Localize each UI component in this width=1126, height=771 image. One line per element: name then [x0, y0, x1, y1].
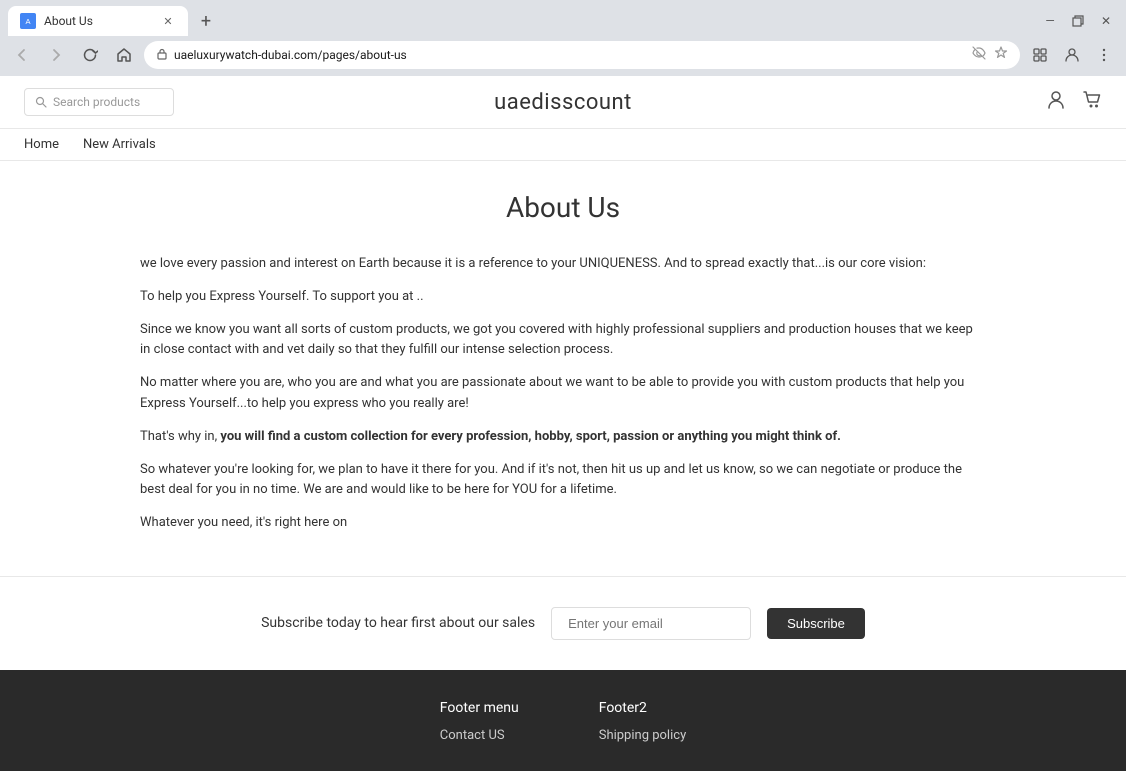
- restore-button[interactable]: [1070, 13, 1086, 29]
- profile-button[interactable]: [1058, 41, 1086, 69]
- tab-close-button[interactable]: ✕: [160, 13, 176, 29]
- page-title: About Us: [140, 191, 986, 224]
- paragraph-5: That's why in, you will find a custom co…: [140, 427, 986, 448]
- menu-button[interactable]: [1090, 41, 1118, 69]
- footer-col2-title: Footer2: [599, 700, 687, 716]
- site-footer: Footer menu Contact US Footer2 Shipping …: [0, 670, 1126, 771]
- extensions-button[interactable]: [1026, 41, 1054, 69]
- footer-col-2: Footer2 Shipping policy: [599, 700, 687, 751]
- minimize-button[interactable]: —: [1042, 13, 1058, 29]
- lock-icon: [156, 48, 168, 63]
- address-bar: uaeluxurywatch-dubai.com/pages/about-us: [0, 36, 1126, 76]
- footer-link-shipping[interactable]: Shipping policy: [599, 728, 687, 743]
- nav-new-arrivals[interactable]: New Arrivals: [83, 137, 156, 152]
- nav-home[interactable]: Home: [24, 137, 59, 152]
- tab-title: About Us: [44, 14, 154, 28]
- paragraph-1: we love every passion and interest on Ea…: [140, 254, 986, 275]
- home-button[interactable]: [110, 41, 138, 69]
- subscribe-label: Subscribe today to hear first about our …: [261, 615, 535, 631]
- paragraph-5-bold: you will find a custom collection for ev…: [220, 429, 841, 444]
- paragraph-6: So whatever you're looking for, we plan …: [140, 460, 986, 502]
- site-logo: uaedisscount: [494, 90, 632, 115]
- site-wrapper: Search products uaedisscount Home New Ar…: [0, 76, 1126, 771]
- footer-grid: Footer menu Contact US Footer2 Shipping …: [60, 700, 1066, 751]
- back-button[interactable]: [8, 41, 36, 69]
- subscribe-section: Subscribe today to hear first about our …: [0, 576, 1126, 670]
- subscribe-button[interactable]: Subscribe: [767, 608, 865, 639]
- svg-text:A: A: [25, 17, 30, 26]
- site-header: Search products uaedisscount: [0, 76, 1126, 129]
- paragraph-4: No matter where you are, who you are and…: [140, 373, 986, 415]
- paragraph-7: Whatever you need, it's right here on: [140, 513, 986, 534]
- header-icons: [1046, 90, 1102, 115]
- browser-chrome: A About Us ✕ + — ✕: [0, 0, 1126, 76]
- new-tab-button[interactable]: +: [192, 7, 220, 35]
- eye-slash-icon[interactable]: [972, 46, 986, 64]
- paragraph-2: To help you Express Yourself. To support…: [140, 287, 986, 308]
- search-box[interactable]: Search products: [24, 88, 174, 116]
- browser-action-buttons: [1026, 41, 1118, 69]
- refresh-button[interactable]: [76, 41, 104, 69]
- search-icon: [35, 96, 47, 108]
- tab-bar: A About Us ✕ + — ✕: [0, 0, 1126, 36]
- account-icon[interactable]: [1046, 90, 1066, 115]
- footer-col-1: Footer menu Contact US: [440, 700, 519, 751]
- paragraph-3: Since we know you want all sorts of cust…: [140, 320, 986, 362]
- email-input[interactable]: [551, 607, 751, 640]
- site-nav: Home New Arrivals: [0, 129, 1126, 161]
- url-action-icons: [972, 46, 1008, 64]
- footer-col1-title: Footer menu: [440, 700, 519, 716]
- close-button[interactable]: ✕: [1098, 13, 1114, 29]
- forward-button[interactable]: [42, 41, 70, 69]
- url-text: uaeluxurywatch-dubai.com/pages/about-us: [174, 48, 966, 62]
- url-bar[interactable]: uaeluxurywatch-dubai.com/pages/about-us: [144, 41, 1020, 69]
- footer-link-contact[interactable]: Contact US: [440, 728, 519, 743]
- cart-icon[interactable]: [1082, 90, 1102, 115]
- tab-favicon: A: [20, 13, 36, 29]
- active-tab[interactable]: A About Us ✕: [8, 6, 188, 36]
- paragraph-5-before: That's why in,: [140, 429, 220, 444]
- window-controls: — ✕: [1042, 13, 1118, 29]
- main-content: About Us we love every passion and inter…: [0, 161, 1126, 576]
- star-icon[interactable]: [994, 46, 1008, 64]
- search-placeholder: Search products: [53, 95, 140, 109]
